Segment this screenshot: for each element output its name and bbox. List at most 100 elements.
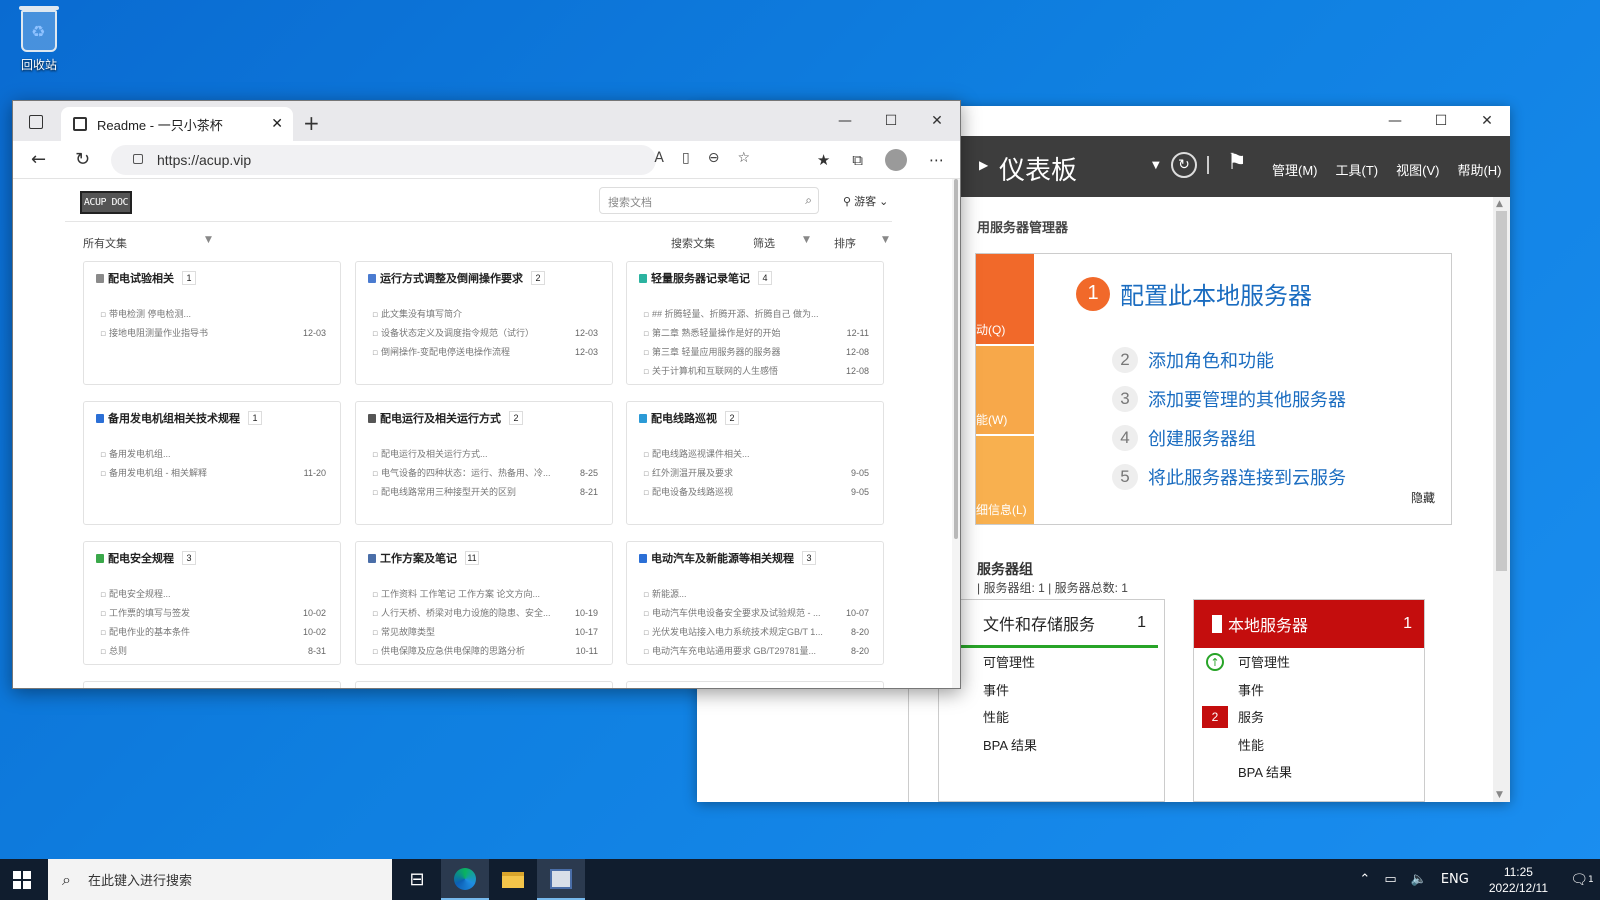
menu-manage[interactable]: 管理(M) bbox=[1272, 160, 1318, 179]
back-icon[interactable]: ← bbox=[31, 149, 46, 170]
recycle-bin[interactable]: ♻ 回收站 bbox=[14, 6, 64, 73]
collection-card[interactable]: 配电线路巡视2 配电线路巡视课件相关...红外测温开展及要求9-05配电设备及线路… bbox=[626, 401, 884, 525]
tile-quick-start[interactable]: 动(Q) bbox=[976, 254, 1034, 344]
volume-muted-icon[interactable]: 🔈 bbox=[1411, 872, 1427, 887]
collection-title[interactable]: 配电运行及相关运行方式 2 bbox=[368, 410, 523, 426]
taskbar-edge[interactable] bbox=[441, 859, 489, 900]
connect-cloud-link[interactable]: 5 将此服务器连接到云服务 bbox=[1112, 457, 1346, 496]
collection-card[interactable]: 运行方式调整及倒闸操作要求2 此文集没有填写简介设备状态定义及调度指令规范（试行）… bbox=[355, 261, 613, 385]
doc-link[interactable]: 备用发电机组 - 相关解释11-20 bbox=[100, 463, 326, 482]
doc-link[interactable]: 倒闸操作-变配电停送电操作流程12-03 bbox=[372, 342, 598, 361]
tab-readme[interactable]: Readme - 一只小茶杯 ✕ bbox=[61, 107, 293, 141]
dropdown-arrow-icon[interactable]: ▼ bbox=[1152, 160, 1160, 171]
sm-maximize-button[interactable]: ☐ bbox=[1418, 106, 1464, 136]
collection-title[interactable]: 轻量服务器记录笔记 4 bbox=[639, 270, 772, 286]
notification-center-icon[interactable]: 🗨 1 bbox=[1564, 859, 1600, 900]
caret-down-icon[interactable]: ▼ bbox=[803, 235, 810, 245]
network-icon[interactable]: ▭ bbox=[1384, 872, 1396, 887]
menu-view[interactable]: 视图(V) bbox=[1396, 160, 1439, 179]
page-scrollbar[interactable] bbox=[952, 179, 960, 688]
collection-title[interactable]: 电动汽车及新能源等相关规程 3 bbox=[639, 550, 816, 566]
doc-link[interactable]: 配电设备及线路巡视9-05 bbox=[643, 482, 869, 501]
doc-link[interactable]: 设备状态定义及调度指令规范（试行）12-03 bbox=[372, 323, 598, 342]
collection-card[interactable]: 电动汽车及新能源等相关规程3 新能源...电动汽车供电设备安全要求及试验规范 - … bbox=[626, 541, 884, 665]
read-aloud-icon[interactable]: A bbox=[654, 150, 664, 166]
new-tab-icon[interactable]: + bbox=[303, 111, 320, 135]
clock[interactable]: 11:25 2022/12/11 bbox=[1489, 864, 1548, 896]
tab-actions-icon[interactable] bbox=[29, 115, 43, 129]
collection-card[interactable] bbox=[626, 681, 884, 688]
refresh-icon[interactable]: ↻ bbox=[1171, 152, 1197, 178]
doc-link[interactable]: 电动汽车充电站通用要求 GB/T29781量...8-20 bbox=[643, 641, 869, 660]
sm-scrollbar[interactable]: ▲ ▼ bbox=[1493, 197, 1510, 802]
doc-link[interactable]: 关于计算机和互联网的人生感悟12-08 bbox=[643, 361, 869, 380]
collection-card[interactable]: 轻量服务器记录笔记4 ## 折腾轻量、折腾开源、折腾自己 做为...第二章 熟悉轻… bbox=[626, 261, 884, 385]
scroll-down-icon[interactable]: ▼ bbox=[1496, 790, 1503, 800]
row-performance[interactable]: 性能 bbox=[939, 703, 1164, 731]
site-logo[interactable]: ACUP DOC bbox=[80, 191, 132, 214]
all-collections-select[interactable]: 所有文集 bbox=[83, 235, 127, 251]
more-icon[interactable]: ⋯ bbox=[929, 151, 944, 169]
sort-select[interactable]: 排序 bbox=[834, 235, 856, 251]
hide-link[interactable]: 隐藏 bbox=[1411, 489, 1435, 506]
file-storage-card[interactable]: 文件和存储服务 1 可管理性 事件 性能 BPA 结果 bbox=[938, 599, 1165, 802]
search-icon[interactable]: ⌕ bbox=[805, 193, 812, 208]
caret-down-icon[interactable]: ▼ bbox=[882, 235, 889, 245]
scroll-thumb[interactable] bbox=[954, 179, 958, 539]
card-header[interactable]: 本地服务器 1 bbox=[1194, 600, 1424, 648]
taskbar-search[interactable]: ⌕ 在此键入进行搜索 bbox=[48, 859, 392, 900]
favorites-icon[interactable]: ★ bbox=[817, 151, 830, 169]
sm-minimize-button[interactable]: — bbox=[1372, 106, 1418, 136]
sm-close-button[interactable]: ✕ bbox=[1464, 106, 1510, 136]
collection-card[interactable] bbox=[355, 681, 613, 688]
collection-title[interactable]: 配电安全规程 3 bbox=[96, 550, 196, 566]
local-server-card[interactable]: 本地服务器 1 ↑ 可管理性 事件 2 服务 性能 BPA 结果 bbox=[1193, 599, 1425, 802]
collection-card[interactable]: 配电运行及相关运行方式2 配电运行及相关运行方式...电气设备的四种状态：运行、热… bbox=[355, 401, 613, 525]
create-server-group-link[interactable]: 4 创建服务器组 bbox=[1112, 418, 1346, 457]
collection-card[interactable]: 配电安全规程3 配电安全规程...工作票的填写与签发10-02配电作业的基本条件1… bbox=[83, 541, 341, 665]
doc-link[interactable]: 配电线路常用三种接型开关的区别8-21 bbox=[372, 482, 598, 501]
menu-help[interactable]: 帮助(H) bbox=[1457, 160, 1501, 179]
taskbar-server-manager[interactable] bbox=[537, 859, 585, 900]
collection-card[interactable]: 备用发电机组相关技术规程1 备用发电机组...备用发电机组 - 相关解释11-20 bbox=[83, 401, 341, 525]
filter-select[interactable]: 筛选 bbox=[753, 235, 775, 251]
start-button[interactable] bbox=[13, 871, 31, 889]
notification-flag-icon[interactable]: ⚑ bbox=[1227, 150, 1247, 175]
row-services[interactable]: 2 服务 bbox=[1194, 703, 1424, 731]
doc-link[interactable]: 配电作业的基本条件10-02 bbox=[100, 622, 326, 641]
zoom-icon[interactable]: ⊖ bbox=[708, 150, 720, 166]
collection-title[interactable]: 备用发电机组相关技术规程 1 bbox=[96, 410, 262, 426]
add-favorite-icon[interactable]: ☆ bbox=[737, 150, 750, 166]
tab-close-icon[interactable]: ✕ bbox=[271, 116, 283, 132]
doc-link[interactable]: 接地电阻测量作业指导书12-03 bbox=[100, 323, 326, 342]
doc-link[interactable]: 红外测温开展及要求9-05 bbox=[643, 463, 869, 482]
doc-link[interactable]: 供电保障及应急供电保障的思路分析10-11 bbox=[372, 641, 598, 660]
scroll-up-icon[interactable]: ▲ bbox=[1496, 199, 1503, 209]
collection-card[interactable]: 工作方案及笔记11 工作资料 工作笔记 工作方案 论文方向...人行天桥、桥梁对电… bbox=[355, 541, 613, 665]
menu-tools[interactable]: 工具(T) bbox=[1336, 160, 1379, 179]
configure-local-server-link[interactable]: 1 配置此本地服务器 bbox=[1076, 276, 1312, 311]
collections-icon[interactable]: ⧉ bbox=[852, 151, 863, 169]
collection-card[interactable]: 配电试验相关1 带电检测 停电检测...接地电阻测量作业指导书12-03 bbox=[83, 261, 341, 385]
url-field[interactable]: https://acup.vip bbox=[111, 145, 656, 175]
edge-close-button[interactable]: ✕ bbox=[914, 101, 960, 141]
collection-title[interactable]: 配电试验相关 1 bbox=[96, 270, 196, 286]
row-bpa[interactable]: BPA 结果 bbox=[939, 731, 1164, 759]
tile-learn-more[interactable]: 细信息(L) bbox=[976, 436, 1034, 524]
profile-avatar[interactable] bbox=[885, 149, 907, 171]
add-servers-link[interactable]: 3 添加要管理的其他服务器 bbox=[1112, 379, 1346, 418]
row-events[interactable]: 事件 bbox=[1194, 676, 1424, 704]
doc-link[interactable]: 电气设备的四种状态：运行、热备用、冷...8-25 bbox=[372, 463, 598, 482]
edge-minimize-button[interactable]: — bbox=[822, 101, 868, 141]
language-indicator[interactable]: ENG bbox=[1441, 872, 1469, 887]
refresh-icon[interactable]: ↻ bbox=[75, 149, 90, 170]
doc-link[interactable]: 工作票的填写与签发10-02 bbox=[100, 603, 326, 622]
doc-link[interactable]: 第二章 熟悉轻量操作是好的开始12-11 bbox=[643, 323, 869, 342]
collection-title[interactable]: 运行方式调整及倒闸操作要求 2 bbox=[368, 270, 545, 286]
collection-title[interactable]: 配电线路巡视 2 bbox=[639, 410, 739, 426]
taskbar-explorer[interactable] bbox=[489, 859, 537, 900]
collection-title[interactable]: 工作方案及笔记 11 bbox=[368, 550, 479, 566]
doc-link[interactable]: 第三章 轻量应用服务器的服务器12-08 bbox=[643, 342, 869, 361]
chevron-up-icon[interactable]: ⌃ bbox=[1359, 872, 1370, 887]
row-bpa[interactable]: BPA 结果 bbox=[1194, 758, 1424, 786]
